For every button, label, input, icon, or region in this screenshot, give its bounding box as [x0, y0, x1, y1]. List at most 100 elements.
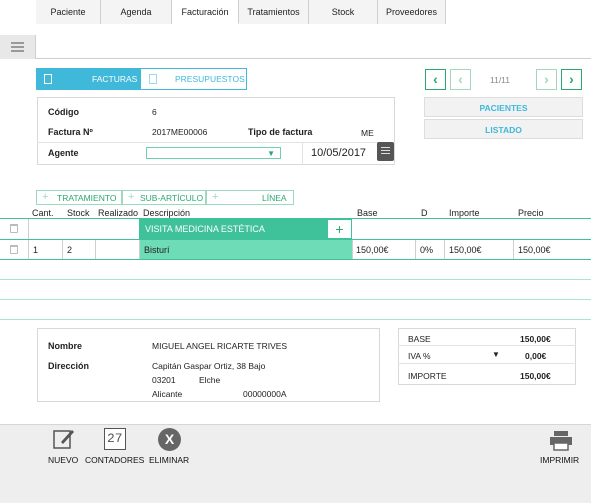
linea-tab[interactable]: + LÍNEA	[206, 190, 294, 205]
first-record-button[interactable]: ‹	[425, 69, 446, 90]
importe-value: 150,00€	[520, 371, 551, 381]
trash-icon[interactable]	[10, 224, 18, 233]
cell-cant[interactable]: 1	[33, 245, 38, 255]
cell-stock[interactable]: 2	[67, 245, 72, 255]
iva-label: IVA %	[408, 351, 431, 361]
calendar-icon[interactable]	[377, 142, 394, 161]
codigo-label: Código	[48, 107, 79, 117]
pacientes-button[interactable]: PACIENTES	[424, 97, 583, 117]
calculator-icon	[149, 74, 157, 84]
main-tab-bar	[0, 35, 591, 59]
agente-select[interactable]: ▼	[146, 147, 281, 159]
tab-stock[interactable]: Stock	[309, 0, 378, 24]
tab-paciente[interactable]: Paciente	[36, 0, 101, 24]
factura-label: Factura Nº	[48, 127, 93, 137]
totals-divider	[398, 363, 576, 364]
close-icon: X	[164, 431, 175, 447]
col-d: D	[421, 208, 428, 218]
row-highlight	[139, 240, 352, 259]
postcode: 03201	[152, 375, 176, 385]
grid-line	[62, 240, 63, 259]
grid-line	[444, 240, 445, 259]
col-base: Base	[357, 208, 378, 218]
calendar-icon-line	[381, 153, 390, 154]
row-divider	[0, 259, 591, 260]
grid-line	[139, 240, 140, 259]
tipo-factura-label: Tipo de factura	[248, 127, 313, 137]
row-divider	[0, 299, 591, 300]
group-row[interactable]: VISITA MEDICINA ESTÉTICA +	[139, 219, 352, 239]
direccion-label: Dirección	[48, 361, 90, 371]
grid-line	[28, 240, 29, 259]
cell-precio[interactable]: 150,00€	[518, 245, 551, 255]
printer-icon	[550, 431, 572, 451]
facturas-toggle[interactable]: FACTURAS	[36, 68, 140, 90]
menu-icon-line	[11, 50, 24, 52]
base-value: 150,00€	[520, 334, 551, 344]
fecha-value[interactable]: 10/05/2017	[311, 147, 366, 159]
col-realizado: Realizado	[98, 208, 139, 218]
col-descripcion: Descripción	[143, 208, 191, 218]
iva-dropdown-icon[interactable]: ▼	[492, 350, 500, 359]
contadores-label: CONTADORES	[85, 455, 145, 465]
eliminar-button[interactable]: X	[158, 428, 181, 451]
calendar-icon-line	[381, 147, 390, 148]
grid-line	[415, 240, 416, 259]
nuevo-label: NUEVO	[48, 455, 79, 465]
province: Alicante	[152, 389, 183, 399]
col-cant: Cant.	[32, 208, 54, 218]
tratamiento-tab[interactable]: + TRATAMIENTO	[36, 190, 122, 205]
menu-icon	[11, 42, 24, 44]
presupuestos-toggle[interactable]: PRESUPUESTOS	[140, 68, 247, 90]
tab-tratamientos[interactable]: Tratamientos	[239, 0, 309, 24]
facturas-label: FACTURAS	[92, 74, 138, 84]
col-stock: Stock	[67, 208, 90, 218]
address-line1: Capitán Gaspar Ortiz, 38 Bajo	[152, 361, 266, 371]
tipo-factura-value[interactable]: ME	[361, 128, 374, 138]
subarticulo-tab[interactable]: + SUB-ARTÍCULO	[122, 190, 206, 205]
imprimir-label: IMPRIMIR	[540, 455, 580, 465]
iva-value: 0,00€	[525, 351, 547, 361]
grid-line	[28, 219, 29, 240]
grid-line	[95, 240, 96, 259]
phone: 00000000A	[243, 389, 287, 399]
eliminar-label: ELIMINAR	[149, 455, 190, 465]
row-divider	[0, 319, 591, 320]
contadores-button[interactable]: 27	[104, 428, 126, 450]
menu-button[interactable]	[0, 35, 36, 59]
grid-line	[513, 240, 514, 259]
edit-icon	[53, 430, 74, 449]
last-record-button[interactable]: ›	[561, 69, 582, 90]
listado-button[interactable]: LISTADO	[424, 119, 583, 139]
next-record-button[interactable]: ›	[536, 69, 557, 90]
cell-descripcion[interactable]: Bisturí	[144, 245, 170, 255]
plus-icon: +	[42, 191, 49, 203]
add-line-button[interactable]: +	[327, 219, 352, 239]
fecha-divider	[302, 142, 303, 165]
calendar-icon-line	[381, 150, 390, 151]
cell-d[interactable]: 0%	[420, 245, 433, 255]
row-divider	[0, 279, 591, 280]
chevron-down-icon: ▼	[267, 149, 275, 158]
imprimir-button[interactable]	[549, 431, 573, 451]
record-counter: 11/11	[490, 75, 511, 85]
grid-line	[352, 240, 353, 259]
nombre-value: MIGUEL ANGEL RICARTE TRIVES	[152, 341, 288, 351]
codigo-value[interactable]: 6	[152, 107, 157, 117]
previous-record-button[interactable]: ‹	[450, 69, 471, 90]
tab-agenda[interactable]: Agenda	[101, 0, 172, 24]
tab-facturacion[interactable]: Facturación	[172, 0, 239, 24]
form-divider	[37, 142, 395, 143]
menu-icon-line	[11, 46, 24, 48]
cell-base[interactable]: 150,00€	[356, 245, 389, 255]
cell-importe[interactable]: 150,00€	[449, 245, 482, 255]
subarticulo-label: SUB-ARTÍCULO	[140, 193, 204, 203]
col-importe: Importe	[449, 208, 480, 218]
col-precio: Precio	[518, 208, 544, 218]
presupuestos-label: PRESUPUESTOS	[175, 74, 245, 84]
nombre-label: Nombre	[48, 341, 83, 351]
factura-value[interactable]: 2017ME00006	[152, 127, 207, 137]
counter-icon: 27	[107, 431, 123, 446]
trash-icon[interactable]	[10, 245, 18, 254]
tab-proveedores[interactable]: Proveedores	[378, 0, 446, 24]
